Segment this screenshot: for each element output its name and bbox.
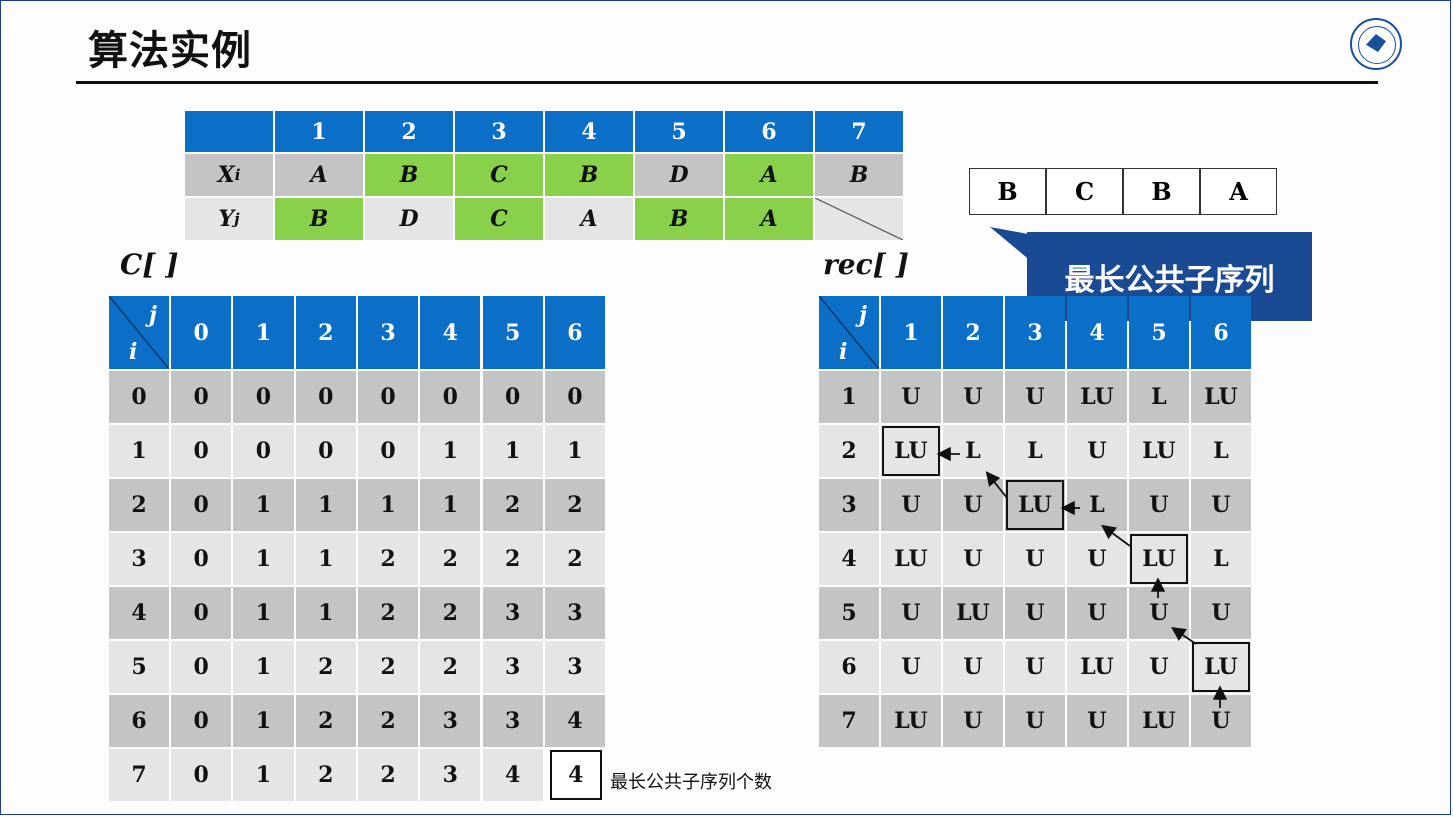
trace-arrow (1101, 524, 1131, 547)
trace-arrow (1171, 626, 1197, 645)
trace-arrows (936, 446, 1228, 708)
trace-arrow (985, 471, 1008, 499)
